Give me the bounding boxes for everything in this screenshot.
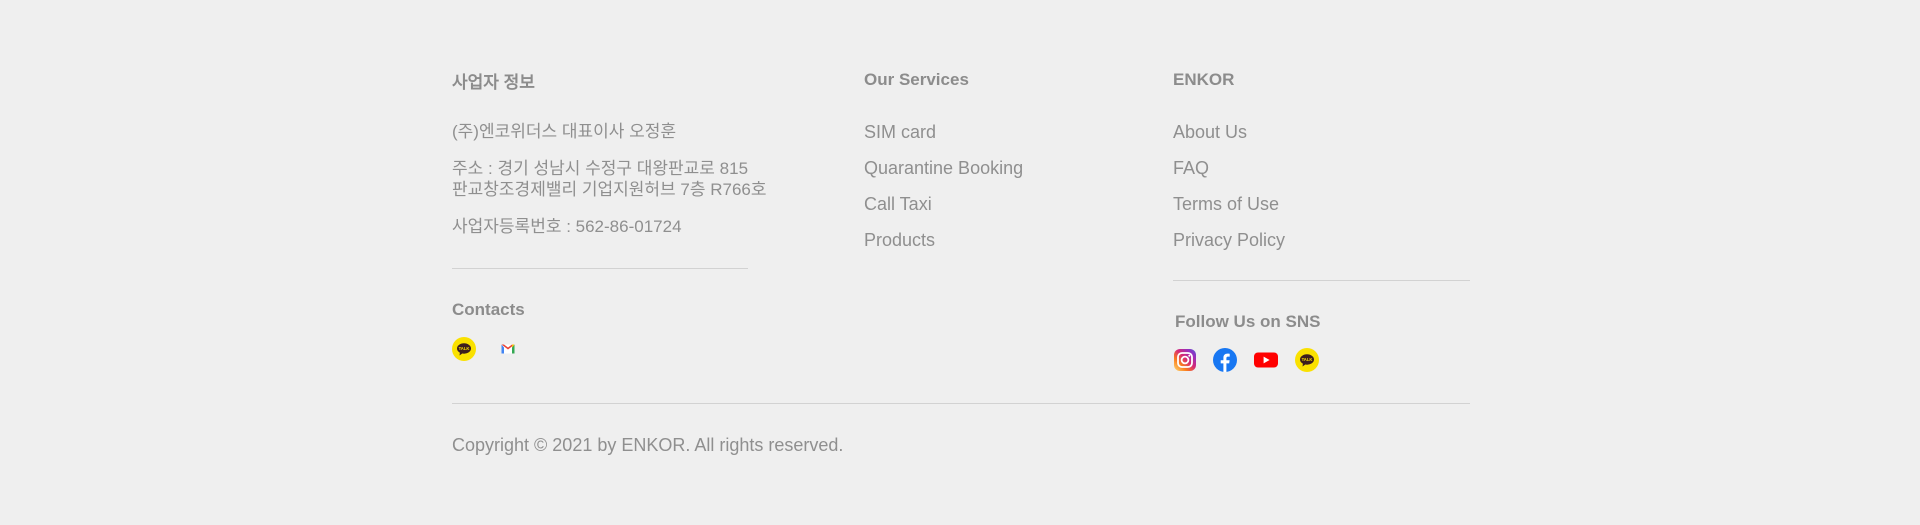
services-heading: Our Services	[864, 70, 969, 89]
link-call-taxi[interactable]: Call Taxi	[864, 194, 932, 215]
link-terms-of-use[interactable]: Terms of Use	[1173, 194, 1279, 215]
svg-text:TALK: TALK	[1302, 357, 1313, 362]
link-sim-card[interactable]: SIM card	[864, 122, 936, 143]
link-privacy-policy[interactable]: Privacy Policy	[1173, 230, 1285, 251]
address-line-1: 주소 : 경기 성남시 수정구 대왕판교로 815	[452, 159, 749, 178]
link-about-us[interactable]: About Us	[1173, 122, 1247, 143]
link-quarantine-booking[interactable]: Quarantine Booking	[864, 158, 1023, 179]
youtube-icon[interactable]	[1254, 348, 1278, 372]
kakaotalk-icon[interactable]: TALK	[1295, 348, 1319, 372]
kakaotalk-icon[interactable]: TALK	[452, 337, 476, 361]
link-products[interactable]: Products	[864, 230, 935, 251]
gmail-icon[interactable]	[496, 337, 520, 361]
business-divider	[452, 268, 748, 269]
business-info-heading: 사업자 정보	[452, 73, 535, 92]
enkor-divider	[1173, 280, 1470, 281]
link-faq[interactable]: FAQ	[1173, 158, 1209, 179]
business-registration-number: 사업자등록번호 : 562-86-01724	[452, 217, 682, 236]
facebook-icon[interactable]	[1213, 348, 1237, 372]
site-footer: 사업자 정보 (주)엔코위더스 대표이사 오정훈 주소 : 경기 성남시 수정구…	[0, 0, 1920, 525]
instagram-icon[interactable]	[1173, 348, 1197, 372]
address-line-2: 판교창조경제밸리 기업지원허브 7층 R766호	[452, 180, 767, 199]
copyright-text: Copyright © 2021 by ENKOR. All rights re…	[452, 435, 844, 455]
svg-text:TALK: TALK	[459, 346, 470, 351]
company-name: (주)엔코위더스 대표이사 오정훈	[452, 122, 677, 141]
contacts-heading: Contacts	[452, 300, 525, 319]
footer-divider	[452, 403, 1470, 404]
sns-heading: Follow Us on SNS	[1175, 312, 1321, 331]
enkor-heading: ENKOR	[1173, 70, 1235, 89]
